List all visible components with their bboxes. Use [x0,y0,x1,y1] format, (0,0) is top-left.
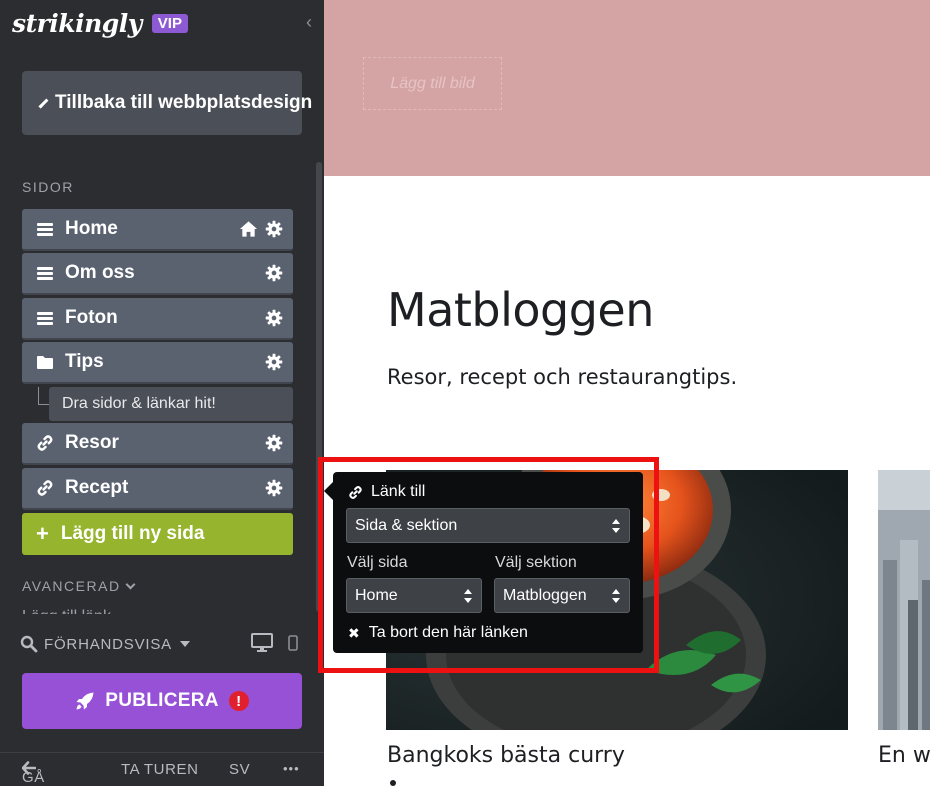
post-title[interactable]: Bangkoks bästa curry [387,743,625,768]
preview-dropdown[interactable]: FÖRHANDSVISA [44,636,172,653]
select-arrows-icon [464,589,472,603]
popover-header: Länk till [348,483,425,501]
more-options-icon[interactable]: ••• [283,761,300,776]
partially-hidden-row: Lägg till länk [22,606,312,614]
language-button[interactable]: SV [229,761,250,778]
advanced-label: AVANCERAD [22,578,121,594]
select-arrows-icon [612,589,620,603]
page-label: Resor [65,432,119,453]
link-icon [34,479,56,497]
gear-icon[interactable] [265,264,283,282]
page-select-value: Home [355,586,398,604]
publish-label: PUBLICERA [105,690,219,711]
page-label: Tips [65,351,104,372]
page-label: Recept [65,477,129,498]
link-type-value: Sida & sektion [355,516,458,534]
sidebar-page-tips[interactable]: Tips [22,342,293,384]
advanced-toggle[interactable]: AVANCERAD [22,578,136,594]
popover-title: Länk till [371,483,426,500]
pages-section-label: SIDOR [22,179,74,195]
gear-icon[interactable] [265,353,283,371]
page-select[interactable]: Home [346,578,482,613]
publish-button[interactable]: PUBLICERA ! [22,673,302,729]
take-tour-button[interactable]: TA TUREN [121,761,199,778]
page-label: Om oss [65,262,135,283]
gear-icon[interactable] [265,434,283,452]
menu-icon [34,266,56,280]
vip-badge: VIP [151,13,188,33]
gear-icon[interactable] [265,309,283,327]
collapse-sidebar-icon[interactable]: ‹ [302,12,316,32]
gear-icon[interactable] [265,220,283,238]
sidebar-footer: GÅ UT TA TUREN SV ••• [0,752,324,786]
sidebar-page-home[interactable]: Home [22,209,293,251]
add-image-button[interactable]: Lägg till bild [363,57,502,110]
plus-icon: + [36,521,49,546]
blog-title[interactable]: Matbloggen [387,283,654,337]
editor-sidebar: strikingly VIP ‹ Tillbaka till webbplats… [0,0,324,786]
select-arrows-icon [612,519,620,533]
chevron-down-icon [125,579,136,589]
strikingly-logo: strikingly [12,8,142,38]
rocket-icon [76,692,94,710]
post-image-city[interactable] [878,470,930,730]
add-page-label: Lägg till ny sida [60,523,205,544]
link-popover: Länk till Sida & sektion Välj sida Välj … [324,472,643,653]
exit-button[interactable]: GÅ UT [22,761,44,786]
sidebar-page-resor[interactable]: Resor [22,423,293,465]
menu-icon [34,222,56,236]
remove-link-label: Ta bort den här länken [368,624,528,641]
folder-icon [34,355,56,370]
post-meta-icon [390,780,396,786]
mobile-icon[interactable] [288,635,298,651]
close-icon: ✖ [348,624,360,641]
menu-icon [34,311,56,325]
select-section-label: Välj sektion [495,554,577,571]
caret-down-icon [179,641,190,647]
blog-subtitle[interactable]: Resor, recept och restaurangtips. [387,365,737,389]
sidebar-page-foton[interactable]: Foton [22,298,293,340]
section-select-value: Matbloggen [503,586,587,604]
add-new-page-button[interactable]: + Lägg till ny sida [22,513,293,555]
folder-drop-zone[interactable]: Dra sidor & länkar hit! [49,387,293,421]
sidebar-page-om-oss[interactable]: Om oss [22,253,293,295]
brand: strikingly VIP [12,6,188,40]
preview-row: FÖRHANDSVISA [20,632,310,656]
back-button-label: Tillbaka till webbplatsdesign [55,92,313,113]
link-icon [349,485,362,499]
desktop-icon[interactable] [251,633,273,653]
link-icon [34,434,56,452]
search-icon [20,635,38,653]
link-type-select[interactable]: Sida & sektion [346,508,630,543]
city-photo [878,470,930,730]
exit-label: GÅ UT [22,769,45,786]
section-select[interactable]: Matbloggen [494,578,630,613]
post-title[interactable]: En w [878,743,930,768]
page-label: Home [65,218,118,239]
select-page-label: Välj sida [347,554,408,571]
page-label: Foton [65,307,118,328]
gear-icon[interactable] [265,479,283,497]
chevron-left-icon [38,98,49,108]
alert-icon: ! [228,691,249,711]
remove-link-button[interactable]: ✖ Ta bort den här länken [348,624,528,642]
back-to-site-design-button[interactable]: Tillbaka till webbplatsdesign [22,71,312,135]
sidebar-page-recept[interactable]: Recept [22,468,293,510]
home-icon [239,221,258,237]
hero-banner[interactable]: Lägg till bild [324,0,930,176]
